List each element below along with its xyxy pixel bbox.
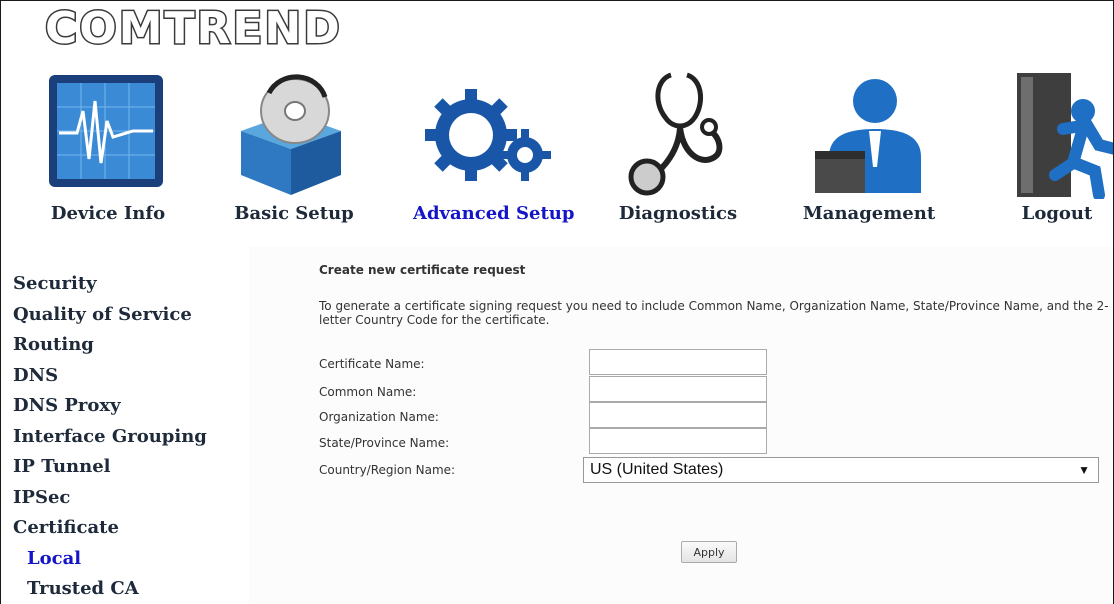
nav-basic-setup[interactable]: Basic Setup	[229, 71, 359, 231]
sidebar-item-local[interactable]: Local	[13, 544, 243, 575]
router-admin-page: COMTREND Device Info Basic Setup Advance…	[0, 0, 1114, 604]
basic-setup-icon	[241, 74, 341, 195]
sidebar-item-trusted-ca[interactable]: Trusted CA	[13, 574, 243, 604]
state-province-name-label: State/Province Name:	[319, 436, 450, 450]
sidebar-item-dns-proxy[interactable]: DNS Proxy	[13, 391, 243, 422]
nav-label: Management	[802, 203, 936, 224]
device-info-icon	[49, 75, 163, 187]
comtrend-logo: COMTREND	[44, 3, 342, 54]
sidebar-item-interface-grouping[interactable]: Interface Grouping	[13, 422, 243, 453]
country-selected-value: US (United States)	[590, 461, 724, 478]
certificate-name-label: Certificate Name:	[319, 357, 425, 371]
nav-device-info[interactable]: Device Info	[43, 71, 173, 231]
common-name-input[interactable]	[589, 376, 767, 402]
nav-label: Basic Setup	[234, 203, 354, 224]
organization-name-input[interactable]	[589, 402, 767, 428]
sidebar-item-ip-tunnel[interactable]: IP Tunnel	[13, 452, 243, 483]
sidebar-item-ipsec[interactable]: IPSec	[13, 483, 243, 514]
form-description: To generate a certificate signing reques…	[319, 299, 1109, 327]
nav-label: Logout	[1021, 203, 1093, 224]
organization-name-label: Organization Name:	[319, 410, 439, 424]
sidebar-item-certificate[interactable]: Certificate	[13, 513, 243, 544]
nav-logout[interactable]: Logout	[999, 71, 1113, 231]
sidebar-item-routing[interactable]: Routing	[13, 330, 243, 361]
country-region-select[interactable]: US (United States) ▼	[583, 457, 1099, 483]
common-name-label: Common Name:	[319, 385, 417, 399]
apply-button[interactable]: Apply	[681, 541, 737, 563]
state-province-name-input[interactable]	[589, 428, 767, 454]
sidebar-item-security[interactable]: Security	[13, 269, 243, 300]
dropdown-arrow-icon: ▼	[1078, 463, 1090, 477]
management-icon	[815, 79, 921, 193]
certificate-name-input[interactable]	[589, 349, 767, 375]
certificate-request-form: Create new certificate request To genera…	[249, 247, 1113, 604]
logout-icon	[1017, 73, 1113, 199]
nav-label: Device Info	[50, 203, 166, 224]
nav-advanced-setup[interactable]: Advanced Setup	[413, 71, 575, 231]
form-heading: Create new certificate request	[319, 263, 526, 277]
sidebar-menu: Security Quality of Service Routing DNS …	[13, 269, 243, 604]
sidebar-item-dns[interactable]: DNS	[13, 361, 243, 392]
nav-management[interactable]: Management	[799, 71, 939, 231]
nav-diagnostics[interactable]: Diagnostics	[613, 71, 743, 231]
stethoscope-icon	[628, 72, 723, 196]
country-region-name-label: Country/Region Name:	[319, 463, 456, 477]
advanced-setup-icon	[425, 89, 551, 181]
sidebar-item-quality-of-service[interactable]: Quality of Service	[13, 300, 243, 331]
nav-label: Advanced Setup	[413, 203, 575, 224]
nav-label: Diagnostics	[618, 203, 738, 224]
